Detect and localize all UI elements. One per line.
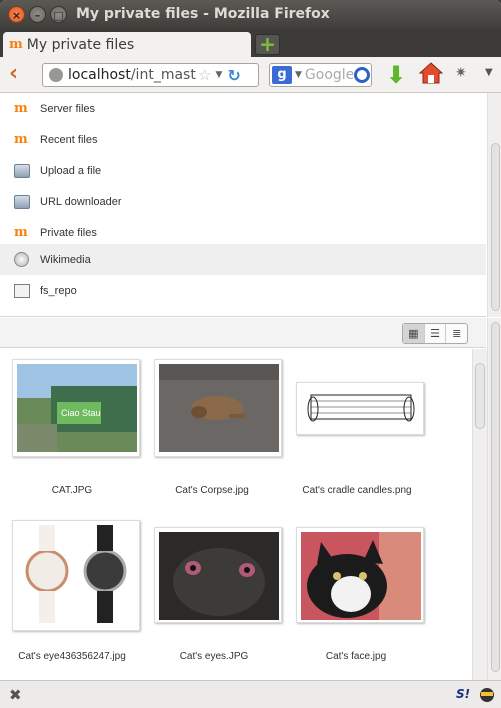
- repo-label: URL downloader: [40, 195, 122, 208]
- file-thumbnail[interactable]: Ciao Stau: [12, 359, 140, 457]
- addon-ninja-icon[interactable]: [478, 685, 496, 703]
- repo-item-upload-a-file[interactable]: Upload a file: [0, 155, 486, 186]
- search-bar[interactable]: g ▼ Google: [269, 63, 372, 87]
- file-name[interactable]: Cat's eyes.JPG: [152, 651, 276, 662]
- repo-item-wikimedia[interactable]: Wikimedia: [0, 244, 486, 275]
- search-engine-dropdown-icon[interactable]: ▼: [295, 70, 302, 80]
- thumbnail-image: [301, 532, 421, 620]
- repo-item-url-downloader[interactable]: URL downloader: [0, 186, 486, 217]
- file-name[interactable]: Cat's eye436356247.jpg: [8, 651, 136, 662]
- repo-label: fs_repo: [40, 284, 77, 297]
- tab-label: My private files: [26, 37, 135, 53]
- new-tab-button[interactable]: +: [255, 34, 280, 55]
- tree-view-button[interactable]: ≣: [446, 324, 467, 343]
- repository-scrollbar[interactable]: [487, 93, 501, 317]
- thumbnail-image: Ciao Stau: [17, 364, 137, 452]
- scrollbar-thumb[interactable]: [491, 322, 500, 672]
- repo-label: Upload a file: [40, 164, 102, 177]
- file-picker-content: m Server files m Recent files Upload a f…: [0, 93, 501, 680]
- close-icon[interactable]: ✖: [9, 686, 22, 704]
- title-bar: × – □ My private files - Mozilla Firefox: [0, 0, 501, 29]
- file-name[interactable]: Cat's face.jpg: [296, 651, 416, 662]
- file-name[interactable]: CAT.JPG: [12, 485, 132, 496]
- upload-icon: [14, 163, 30, 178]
- extension-bug-icon[interactable]: ✷: [455, 65, 473, 81]
- file-grid: Ciao Stau CAT.JPG Cat's Corpse.jpg Cat's…: [0, 349, 472, 680]
- moodle-icon: m: [14, 131, 28, 147]
- back-button[interactable]: ‹: [9, 63, 31, 85]
- url-host: localhost: [68, 67, 131, 83]
- file-thumbnail[interactable]: [154, 359, 282, 457]
- repository-list: m Server files m Recent files Upload a f…: [0, 93, 486, 317]
- window-title: My private files - Mozilla Firefox: [76, 6, 330, 22]
- url-history-dropdown-icon[interactable]: ▼: [215, 70, 222, 80]
- repo-item-fs-repo[interactable]: fs_repo: [0, 275, 486, 306]
- url-bar[interactable]: localhost/int_mast ☆ ▼ ↻: [42, 63, 259, 87]
- addon-s1-icon[interactable]: S!: [456, 687, 470, 701]
- status-bar: ✖ S!: [0, 680, 501, 708]
- moodle-icon: m: [14, 224, 28, 240]
- file-thumbnail[interactable]: [12, 520, 140, 631]
- bookmark-star-icon[interactable]: ☆: [198, 66, 211, 84]
- moodle-icon: m: [14, 100, 28, 116]
- moodle-favicon-icon: m: [9, 37, 23, 52]
- repo-item-recent-files[interactable]: m Recent files: [0, 124, 486, 155]
- file-thumbnail[interactable]: [296, 527, 424, 623]
- repo-item-server-files[interactable]: m Server files: [0, 93, 486, 124]
- url-path: /int_mast: [130, 67, 196, 83]
- file-view-toolbar: ▦ ☰ ≣: [0, 318, 486, 348]
- thumbnail-image: [301, 387, 421, 432]
- repo-label: Recent files: [40, 133, 98, 146]
- list-view-button[interactable]: ☰: [425, 324, 447, 343]
- search-engine-icon[interactable]: g: [272, 66, 292, 84]
- repo-label: Server files: [40, 102, 96, 115]
- minimize-window-button[interactable]: –: [29, 6, 46, 23]
- file-grid-scrollbar[interactable]: [472, 349, 487, 680]
- thumbnail-image: [17, 525, 137, 628]
- firefox-window: × – □ My private files - Mozilla Firefox…: [0, 0, 501, 708]
- svg-text:Ciao Stau: Ciao Stau: [61, 408, 101, 418]
- repo-label: Private files: [40, 226, 97, 239]
- filesystem-icon: [14, 283, 30, 298]
- file-name[interactable]: Cat's Corpse.jpg: [146, 485, 278, 496]
- thumbnail-image: [159, 532, 279, 620]
- maximize-window-button[interactable]: □: [50, 6, 67, 23]
- scrollbar-thumb[interactable]: [491, 143, 500, 311]
- search-magnifier-icon[interactable]: [353, 67, 370, 83]
- thumbnail-image: [159, 364, 279, 452]
- icons-view-button[interactable]: ▦: [403, 324, 425, 343]
- scrollbar-thumb[interactable]: [475, 363, 485, 429]
- file-thumbnail[interactable]: [154, 527, 282, 623]
- picker-scrollbar[interactable]: [487, 318, 501, 680]
- close-window-button[interactable]: ×: [8, 6, 25, 23]
- wikimedia-icon: [14, 252, 29, 267]
- downloads-arrow-icon[interactable]: ⬇: [386, 61, 406, 89]
- tab-my-private-files[interactable]: m My private files: [3, 32, 251, 58]
- view-mode-buttons: ▦ ☰ ≣: [402, 323, 468, 344]
- url-text[interactable]: localhost/int_mast: [68, 67, 196, 83]
- reload-icon[interactable]: ↻: [227, 66, 240, 85]
- site-identity-icon[interactable]: [49, 68, 63, 82]
- file-thumbnail[interactable]: [296, 382, 424, 435]
- home-icon[interactable]: [419, 61, 443, 85]
- repo-label: Wikimedia: [40, 253, 91, 266]
- file-name[interactable]: Cat's cradle candles.png: [290, 485, 424, 496]
- toolbar-menu-dropdown-icon[interactable]: ▼: [485, 67, 493, 78]
- search-input[interactable]: Google: [305, 67, 353, 83]
- navigation-toolbar: ‹ localhost/int_mast ☆ ▼ ↻ g ▼ Google ⬇ …: [0, 57, 501, 93]
- tab-strip: m My private files +: [0, 29, 501, 58]
- url-downloader-icon: [14, 194, 30, 209]
